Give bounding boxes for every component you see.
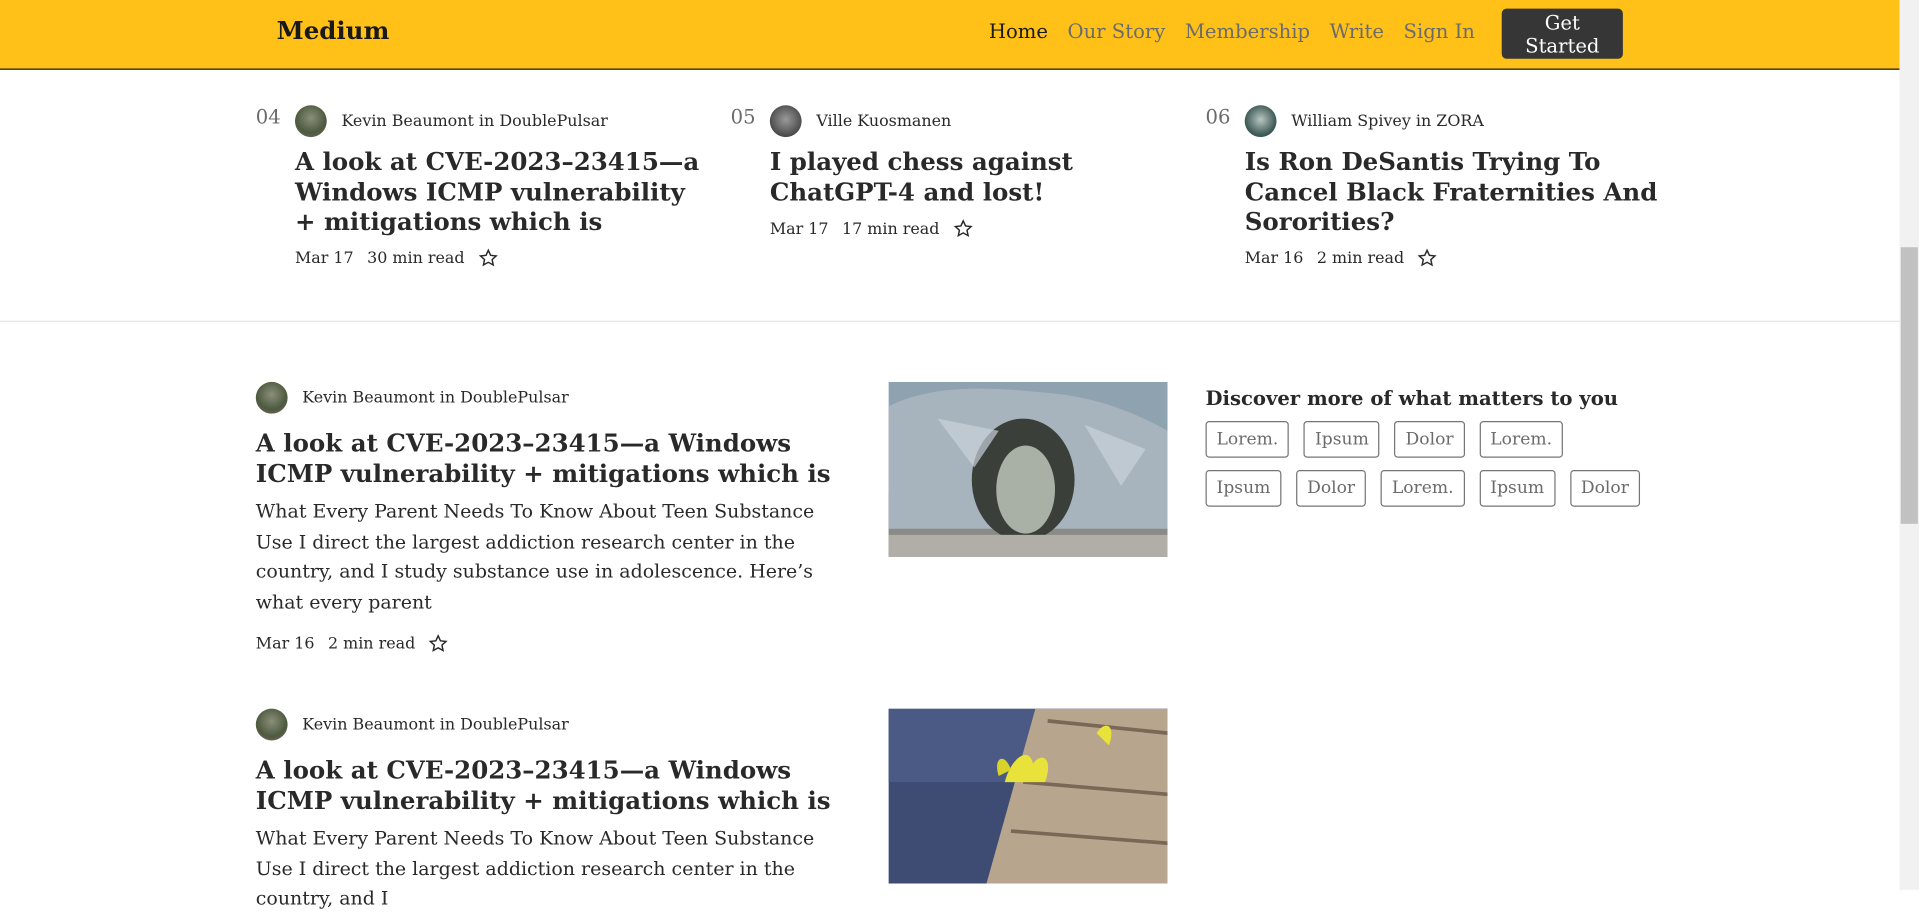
- article-thumbnail[interactable]: [888, 708, 1168, 884]
- author-line[interactable]: Kevin Beaumont in DoublePulsar: [255, 708, 831, 741]
- post-meta: Mar 17 30 min read: [295, 248, 498, 268]
- trending-title[interactable]: Is Ron DeSantis Trying To Cancel Black F…: [1245, 147, 1661, 237]
- post-meta: Mar 17 17 min read: [770, 219, 973, 239]
- read-time: 30 min read: [367, 249, 465, 268]
- nav-membership[interactable]: Membership: [1185, 20, 1310, 43]
- nav-sign-in[interactable]: Sign In: [1404, 20, 1475, 43]
- article-title[interactable]: A look at CVE-2023–23415—a Windows ICMP …: [256, 755, 831, 815]
- author-line[interactable]: Kevin Beaumont in DoublePulsar: [294, 105, 608, 138]
- star-icon[interactable]: [478, 248, 498, 268]
- topic-tag[interactable]: Dolor: [1569, 469, 1640, 507]
- read-time: 17 min read: [841, 219, 940, 239]
- author-name[interactable]: Ville Kuosmanen: [816, 112, 951, 130]
- post-date: Mar 16: [1244, 249, 1304, 268]
- discover-heading: Discover more of what matters to you: [1205, 386, 1618, 411]
- article-thumbnail[interactable]: [888, 381, 1168, 557]
- topic-tag[interactable]: Dolor: [1296, 469, 1367, 507]
- topic-tag[interactable]: Ipsum: [1205, 469, 1282, 507]
- top-header: Medium Home Our Story Membership Write S…: [0, 0, 1900, 70]
- author-name[interactable]: Kevin Beaumont in DoublePulsar: [302, 389, 568, 407]
- trending-title[interactable]: A look at CVE-2023–23415—a Windows ICMP …: [295, 147, 711, 237]
- topic-tag[interactable]: Ipsum: [1479, 469, 1556, 507]
- avatar[interactable]: [1244, 105, 1277, 138]
- star-icon[interactable]: [1417, 248, 1438, 268]
- section-divider: [0, 320, 1900, 322]
- article-title[interactable]: A look at CVE-2023–23415—a Windows ICMP …: [256, 428, 831, 488]
- nav-write[interactable]: Write: [1330, 20, 1384, 43]
- article-card[interactable]: Kevin Beaumont in DoublePulsar A look at…: [255, 381, 831, 654]
- star-icon[interactable]: [953, 219, 973, 239]
- page: Medium Home Our Story Membership Write S…: [0, 0, 1919, 909]
- avatar[interactable]: [255, 708, 288, 741]
- post-date: Mar 16: [255, 634, 315, 653]
- post-meta: Mar 16 2 min read: [256, 634, 831, 654]
- avatar[interactable]: [255, 381, 288, 414]
- logo[interactable]: Medium: [277, 16, 390, 45]
- trending-number: 05: [730, 105, 756, 129]
- article-excerpt[interactable]: What Every Parent Needs To Know About Te…: [256, 824, 831, 914]
- topic-tag[interactable]: Lorem.: [1479, 421, 1564, 458]
- trending-number: 04: [255, 105, 281, 129]
- post-date: Mar 17: [769, 219, 829, 239]
- nav-home[interactable]: Home: [989, 20, 1048, 43]
- topic-tag[interactable]: Ipsum: [1303, 421, 1380, 458]
- post-date: Mar 17: [294, 249, 354, 268]
- author-line[interactable]: Ville Kuosmanen: [769, 105, 951, 138]
- post-meta: Mar 16 2 min read: [1245, 248, 1438, 268]
- author-name[interactable]: Kevin Beaumont in DoublePulsar: [341, 112, 607, 130]
- topic-tag[interactable]: Dolor: [1394, 421, 1465, 458]
- read-time: 2 min read: [327, 634, 416, 653]
- top-nav: Home Our Story Membership Write Sign In: [989, 20, 1475, 43]
- topic-tag[interactable]: Lorem.: [1205, 421, 1290, 458]
- article-card[interactable]: Kevin Beaumont in DoublePulsar A look at…: [255, 708, 831, 914]
- read-time: 2 min read: [1316, 249, 1405, 268]
- author-line[interactable]: Kevin Beaumont in DoublePulsar: [255, 381, 831, 414]
- author-name[interactable]: William Spivey in ZORA: [1291, 112, 1484, 130]
- author-line[interactable]: William Spivey in ZORA: [1244, 105, 1484, 138]
- avatar[interactable]: [294, 105, 327, 138]
- article-excerpt[interactable]: What Every Parent Needs To Know About Te…: [256, 497, 831, 617]
- get-started-button[interactable]: Get Started: [1501, 8, 1623, 59]
- star-icon[interactable]: [429, 634, 449, 654]
- avatar[interactable]: [769, 105, 802, 138]
- trending-number: 06: [1205, 105, 1231, 129]
- scrollbar-thumb[interactable]: [1900, 247, 1918, 524]
- topic-tags: Lorem. Ipsum Dolor Lorem. Ipsum Dolor Lo…: [1205, 421, 1647, 507]
- nav-our-story[interactable]: Our Story: [1068, 20, 1166, 43]
- topic-tag[interactable]: Lorem.: [1380, 469, 1465, 507]
- author-name[interactable]: Kevin Beaumont in DoublePulsar: [302, 715, 568, 733]
- discover-panel: Discover more of what matters to you Lor…: [1205, 386, 1647, 507]
- trending-title[interactable]: I played chess against ChatGPT-4 and los…: [770, 147, 1186, 207]
